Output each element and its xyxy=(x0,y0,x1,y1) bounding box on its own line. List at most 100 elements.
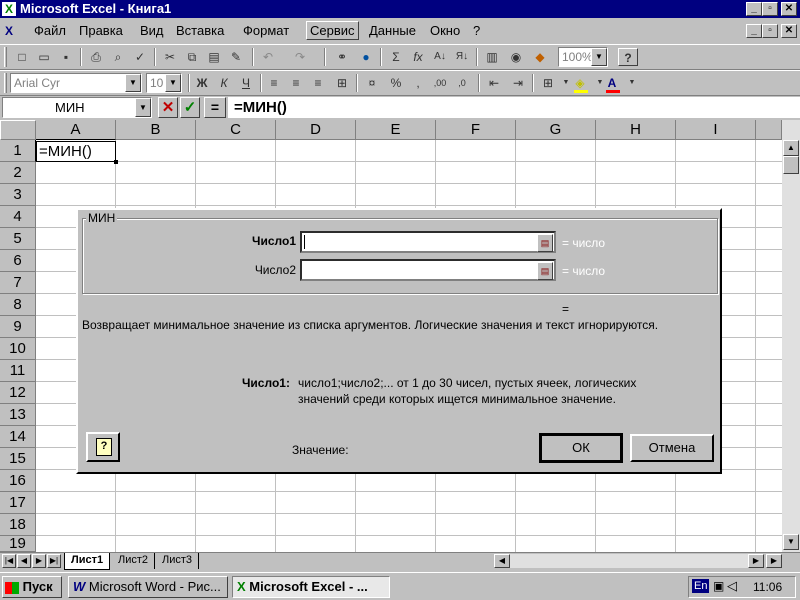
doc-minimize-button[interactable]: _ xyxy=(746,24,762,38)
network-icon[interactable]: ▣ xyxy=(713,579,724,593)
workbook-icon[interactable]: X xyxy=(2,24,16,38)
paste-icon[interactable]: ▤ xyxy=(204,48,224,66)
cancel-entry-icon[interactable]: ✕ xyxy=(158,97,178,118)
doc-close-button[interactable]: ✕ xyxy=(781,24,797,38)
column-header-c[interactable]: C xyxy=(196,120,276,140)
decrease-indent-icon[interactable]: ⇤ xyxy=(484,74,504,92)
sort-ascending-icon[interactable]: A↓ xyxy=(430,48,450,66)
undo-icon[interactable]: ↶ xyxy=(258,48,278,66)
menu-format[interactable]: Формат xyxy=(243,23,289,38)
map-icon[interactable]: ◉ xyxy=(506,48,526,66)
row-header-14[interactable]: 14 xyxy=(0,426,36,448)
start-button[interactable]: Пуск xyxy=(2,576,62,598)
chevron-down-icon[interactable]: ▼ xyxy=(135,98,151,117)
format-painter-icon[interactable]: ✎ xyxy=(226,48,246,66)
cancel-button[interactable]: Отмена xyxy=(630,434,714,462)
close-button[interactable]: ✕ xyxy=(781,2,797,16)
scroll-left-icon[interactable]: ◀ xyxy=(494,554,510,568)
arg2-input[interactable]: ▤ xyxy=(300,259,556,281)
active-cell-a1[interactable]: =МИН() xyxy=(36,141,118,164)
maximize-button[interactable]: ▫ xyxy=(762,2,778,16)
select-all-corner[interactable] xyxy=(0,120,36,140)
column-header-i[interactable]: I xyxy=(676,120,756,140)
spelling-icon[interactable]: ✓ xyxy=(130,48,150,66)
next-sheet-icon[interactable]: ▶ xyxy=(32,554,46,568)
chart-wizard-icon[interactable]: ▥ xyxy=(482,48,502,66)
language-indicator[interactable]: En xyxy=(692,579,710,593)
menu-tools[interactable]: Сервис xyxy=(306,21,359,40)
task-excel[interactable]: X Microsoft Excel - ... xyxy=(232,576,390,598)
row-header-12[interactable]: 12 xyxy=(0,382,36,404)
font-name-select[interactable]: Arial Cyr ▼ xyxy=(10,73,142,93)
column-header-h[interactable]: H xyxy=(596,120,676,140)
horizontal-scrollbar[interactable]: ◀ ▶ xyxy=(494,554,764,568)
row-header-2[interactable]: 2 xyxy=(0,162,36,184)
fill-handle[interactable] xyxy=(114,160,118,164)
row-header-6[interactable]: 6 xyxy=(0,250,36,272)
row-header-15[interactable]: 15 xyxy=(0,448,36,470)
last-sheet-icon[interactable]: ▶| xyxy=(47,554,61,568)
align-center-icon[interactable]: ≡ xyxy=(286,74,306,92)
menu-help[interactable]: ? xyxy=(473,23,480,38)
borders-icon[interactable]: ⊞ xyxy=(538,74,558,92)
first-sheet-icon[interactable]: |◀ xyxy=(2,554,16,568)
volume-icon[interactable]: ◁ xyxy=(727,578,737,594)
comma-button[interactable]: , xyxy=(408,74,428,92)
cut-icon[interactable]: ✂ xyxy=(160,48,180,66)
web-toolbar-icon[interactable]: ● xyxy=(356,48,376,66)
menu-file[interactable]: Файл xyxy=(34,23,66,38)
copy-icon[interactable]: ⧉ xyxy=(182,48,202,66)
confirm-entry-icon[interactable]: ✓ xyxy=(180,97,200,118)
decrease-decimal-icon[interactable]: ,0 xyxy=(452,74,472,92)
help-button[interactable]: ? xyxy=(86,432,120,462)
scroll-thumb[interactable] xyxy=(783,156,799,174)
column-header-partial[interactable] xyxy=(756,120,782,140)
currency-icon[interactable]: ¤ xyxy=(362,74,382,92)
menu-window[interactable]: Окно xyxy=(430,23,460,38)
function-wizard-icon[interactable]: fx xyxy=(408,48,428,66)
column-header-e[interactable]: E xyxy=(356,120,436,140)
increase-decimal-icon[interactable]: ,00 xyxy=(430,74,450,92)
toolbar-grip[interactable] xyxy=(4,47,7,67)
sheet-tab-1[interactable]: Лист1 xyxy=(64,553,111,570)
task-word[interactable]: W Microsoft Word - Рис... xyxy=(68,576,228,598)
minimize-button[interactable]: _ xyxy=(746,2,762,16)
font-size-select[interactable]: 10 ▼ xyxy=(146,73,182,93)
column-header-f[interactable]: F xyxy=(436,120,516,140)
align-right-icon[interactable]: ≡ xyxy=(308,74,328,92)
collapse-dialog-icon[interactable]: ▤ xyxy=(537,262,553,280)
drawing-icon[interactable]: ◆ xyxy=(530,48,550,66)
bold-button[interactable]: Ж xyxy=(192,74,212,92)
autosum-icon[interactable]: Σ xyxy=(386,48,406,66)
column-header-d[interactable]: D xyxy=(276,120,356,140)
save-icon[interactable]: ▪ xyxy=(56,48,76,66)
row-header-10[interactable]: 10 xyxy=(0,338,36,360)
menu-data[interactable]: Данные xyxy=(369,23,416,38)
function-arguments-dialog[interactable]: МИН Число1 ▤ = число Число2 ▤ = число = … xyxy=(76,208,722,474)
office-assistant-icon[interactable]: ? xyxy=(618,48,638,66)
print-preview-icon[interactable]: ⌕ xyxy=(108,48,128,66)
vertical-scrollbar[interactable]: ▲ ▼ xyxy=(782,120,800,552)
sort-descending-icon[interactable]: Я↓ xyxy=(452,48,472,66)
name-box[interactable]: МИН ▼ xyxy=(2,97,152,118)
collapse-dialog-icon[interactable]: ▤ xyxy=(537,234,553,252)
scroll-up-icon[interactable]: ▲ xyxy=(783,140,799,156)
hyperlink-icon[interactable]: ⚭ xyxy=(332,48,352,66)
row-header-16[interactable]: 16 xyxy=(0,470,36,492)
row-header-17[interactable]: 17 xyxy=(0,492,36,514)
new-icon[interactable]: □ xyxy=(12,48,32,66)
toolbar-grip[interactable] xyxy=(4,73,7,93)
formula-input[interactable]: =МИН() xyxy=(228,97,800,118)
chevron-down-icon[interactable]: ▼ xyxy=(591,48,607,66)
row-header-7[interactable]: 7 xyxy=(0,272,36,294)
row-header-18[interactable]: 18 xyxy=(0,514,36,536)
scroll-right-icon[interactable]: ▶ xyxy=(748,554,764,568)
column-header-g[interactable]: G xyxy=(516,120,596,140)
ok-button[interactable]: ОК xyxy=(539,433,623,463)
menu-view[interactable]: Вид xyxy=(140,23,164,38)
doc-restore-button[interactable]: ▫ xyxy=(762,24,778,38)
clock[interactable]: 11:06 xyxy=(753,580,782,594)
row-header-4[interactable]: 4 xyxy=(0,206,36,228)
percent-button[interactable]: % xyxy=(386,74,406,92)
row-header-19[interactable]: 19 xyxy=(0,536,36,552)
